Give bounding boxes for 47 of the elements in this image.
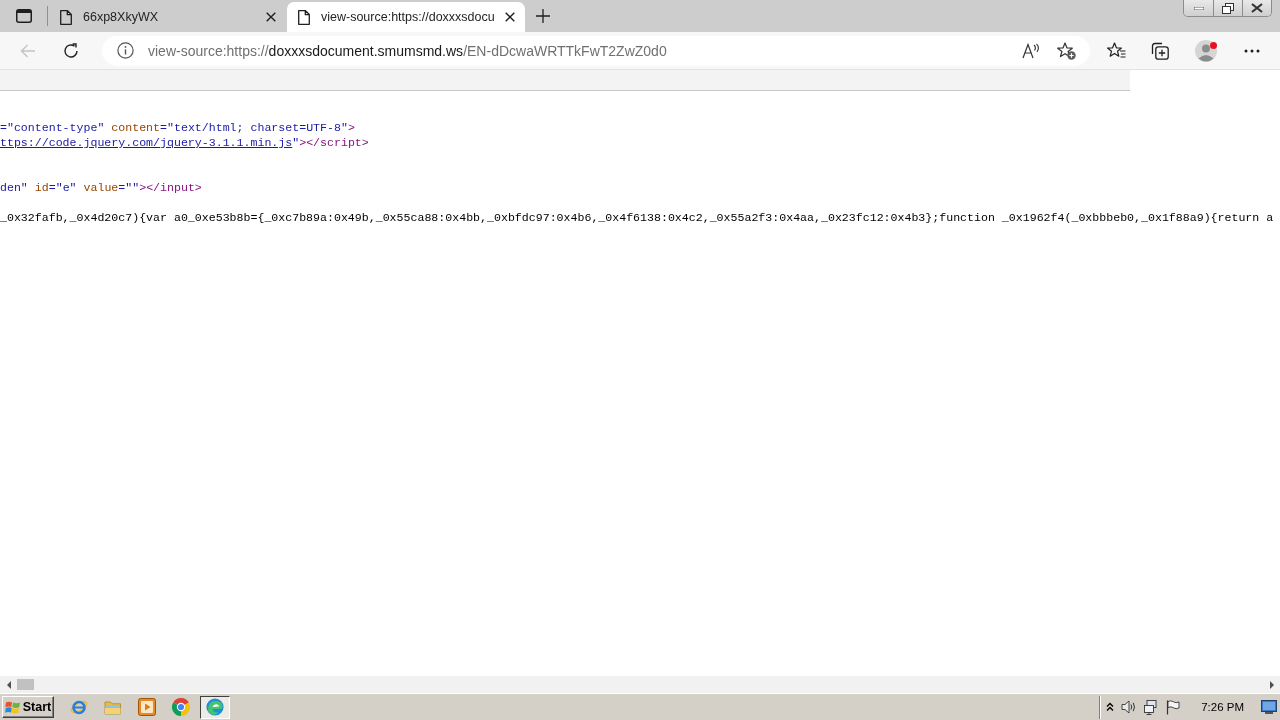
close-icon xyxy=(505,12,515,22)
tab-actions-icon xyxy=(16,9,32,23)
wave-logo-icon xyxy=(206,698,224,716)
taskbar-app-button[interactable] xyxy=(200,695,230,719)
browser-tab[interactable]: 66xp8XkyWX xyxy=(48,2,286,32)
network-icon[interactable] xyxy=(1144,699,1160,715)
read-aloud-icon[interactable] xyxy=(1022,42,1040,59)
speaker-icon[interactable] xyxy=(1121,700,1138,714)
scrollbar-track[interactable] xyxy=(0,676,1280,693)
page-icon xyxy=(60,9,72,25)
source-link[interactable]: ttps://code.jquery.com/jquery-3.1.1.min.js xyxy=(0,136,293,149)
browser-tab[interactable]: view-source:https://doxxxsdocu xyxy=(287,2,525,32)
close-icon xyxy=(1251,3,1263,13)
restore-icon xyxy=(1222,2,1234,14)
clock-time[interactable]: 7:26 PM xyxy=(1201,701,1244,713)
info-icon xyxy=(117,42,134,59)
arrow-left-icon xyxy=(6,680,11,689)
back-arrow-icon xyxy=(20,43,36,58)
start-button[interactable]: Start xyxy=(2,696,54,718)
avatar-icon xyxy=(1195,39,1217,62)
reload-icon xyxy=(63,42,79,59)
collections-icon xyxy=(1151,41,1169,60)
page-icon xyxy=(298,9,310,25)
close-button[interactable] xyxy=(1242,0,1271,16)
plus-icon xyxy=(536,9,550,23)
source-code-line: ="content-type" content="text/html; charset=UTF-8"> xyxy=(0,120,355,135)
restore-button[interactable] xyxy=(1213,0,1242,16)
play-icon xyxy=(138,698,156,716)
close-icon xyxy=(266,12,276,22)
scrollbar-thumb[interactable] xyxy=(17,679,34,690)
star-plus-icon[interactable] xyxy=(1057,41,1076,60)
flag-icon[interactable] xyxy=(1166,699,1181,715)
folder-icon xyxy=(104,699,122,715)
source-code-line: ttps://code.jquery.com/jquery-3.1.1.min.js"></script> xyxy=(0,135,369,150)
arrow-right-icon xyxy=(1269,680,1274,689)
ring-logo-icon xyxy=(172,698,190,716)
star-list-icon xyxy=(1106,42,1126,59)
source-code-line: _0x32fafb,_0x4d20c7){var a0_0xe53b8b={_0xc7b89a:0x49b,_0x55ca88:0x4bb,_0xbfdc97:0x4b6,_0x4f6138:0x4c2,_0x55a2f3:0x4aa,_0x23fc12:0x4b3};function _0x1962f4(_0xbbbeb0,_0x1f88a9){return a xyxy=(0,210,1274,225)
flag-logo-icon xyxy=(4,699,21,715)
url-text[interactable]: view-source:https://doxxxsdocument.smumsmd.ws/EN-dDcwaWRTTkFwT2ZwZ0d0 xyxy=(148,42,667,59)
source-code-line: den" id="e" value=""></input> xyxy=(0,180,202,195)
address-field[interactable]: view-source:https://doxxxsdocument.smumsmd.ws/EN-dDcwaWRTTkFwT2ZwZ0d0 xyxy=(102,35,1090,66)
e-globe-icon xyxy=(70,698,88,716)
more-icon xyxy=(1244,48,1260,53)
minimize-icon xyxy=(1193,6,1204,10)
desktop-icon[interactable] xyxy=(1261,700,1277,714)
chevron-up-icon[interactable] xyxy=(1106,702,1115,712)
